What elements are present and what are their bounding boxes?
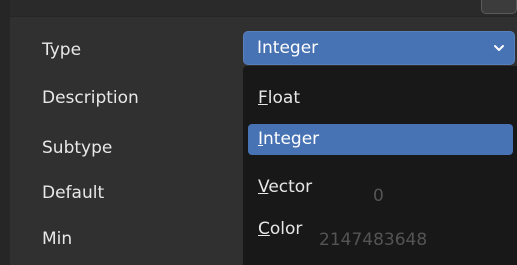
option-float-text: loat [267,88,300,108]
type-select-value: Integer [257,38,319,58]
option-vector-accel: V [258,177,269,197]
type-label: Type [42,40,82,60]
option-color[interactable]: Color [248,214,513,245]
default-label: Default [42,183,105,203]
option-integer[interactable]: Integer [248,124,513,155]
description-label: Description [42,88,139,108]
subtype-label: Subtype [42,138,113,158]
option-integer-text: nteger [263,129,320,149]
top-field-edge[interactable] [481,0,517,14]
option-vector[interactable]: Vector [248,172,513,203]
min-label: Min [42,229,73,249]
chevron-down-icon [494,45,504,51]
option-float-accel: F [258,88,268,108]
panel-left-gutter [0,0,10,265]
option-color-accel: C [258,219,270,239]
properties-panel: Type Description Subtype Default Min Int… [0,0,517,265]
type-dropdown-menu: 0 2147483648 Float Integer Vector Color [243,66,517,265]
type-select[interactable]: Integer [243,31,515,65]
option-vector-text: ector [268,177,313,197]
top-strip [0,0,517,17]
option-color-text: olor [269,219,303,239]
option-float[interactable]: Float [248,83,513,114]
